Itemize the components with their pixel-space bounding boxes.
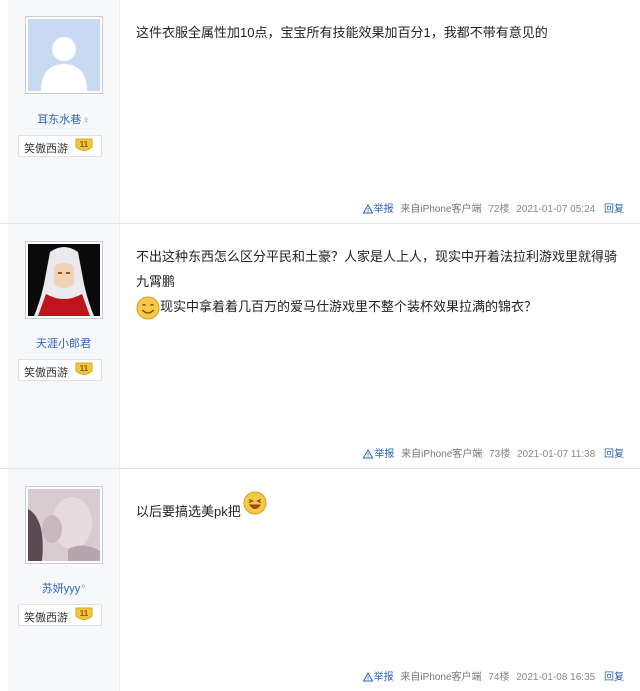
- reply-link[interactable]: 回复: [604, 449, 624, 460]
- warning-icon: [362, 671, 373, 682]
- author-panel: 天涯小郎君 笑傲西游 11: [8, 224, 120, 468]
- avatar[interactable]: [25, 241, 103, 319]
- author-panel: 苏妍yyy° 笑傲西游 11: [8, 469, 120, 691]
- report-link[interactable]: 举报: [363, 448, 394, 460]
- post-72: 耳东水巷♀ 笑傲西游 11 这件衣服全属性加10点，宝宝所有技能效果加百分1，我…: [0, 0, 640, 224]
- post-footer: 举报 来自iPhone客户端 73楼 2021-01-07 11:38 回复: [359, 445, 624, 460]
- report-link[interactable]: 举报: [362, 203, 394, 215]
- floor-number: 73楼: [489, 449, 511, 460]
- badge-forum-name: 笑傲西游: [24, 143, 68, 155]
- badge-forum-name: 笑傲西游: [24, 367, 68, 379]
- client-source: 来自iPhone客户端: [401, 449, 483, 460]
- username[interactable]: 天涯小郎君: [8, 335, 119, 351]
- post-content: 不出这种东西怎么区分平民和土豪？人家是人上人，现实中开着法拉利游戏里就得骑九霄鹏…: [136, 244, 628, 320]
- author-panel: 耳东水巷♀ 笑傲西游 11: [8, 0, 120, 223]
- badge-forum-name: 笑傲西游: [24, 612, 68, 624]
- forum-level-badge[interactable]: 笑傲西游 11: [18, 135, 102, 157]
- anime-avatar-icon: [28, 244, 100, 316]
- default-avatar-icon: [28, 19, 100, 91]
- forum-level-badge[interactable]: 笑傲西游 11: [18, 359, 102, 381]
- level-icon: 11: [75, 138, 93, 154]
- avatar[interactable]: [25, 486, 103, 564]
- reply-link[interactable]: 回复: [604, 672, 624, 683]
- post-content: 这件衣服全属性加10点，宝宝所有技能效果加百分1，我都不带有意见的: [136, 25, 548, 40]
- client-source: 来自iPhone客户端: [400, 204, 482, 215]
- post-time: 2021-01-07 05:24: [516, 204, 596, 215]
- photo-avatar-icon: [28, 489, 100, 561]
- female-icon: ♀: [82, 115, 90, 126]
- level-icon: 11: [75, 362, 93, 378]
- post-74: 苏妍yyy° 笑傲西游 11 以后要搞选美pk把 举报 来自iPhone客户端 …: [0, 469, 640, 691]
- laugh-emoji-icon: [243, 491, 267, 515]
- level-icon: 11: [75, 607, 93, 623]
- username[interactable]: 苏妍yyy°: [8, 580, 119, 596]
- avatar[interactable]: [25, 16, 103, 94]
- post-73: 天涯小郎君 笑傲西游 11 不出这种东西怎么区分平民和土豪？人家是人上人，现实中…: [0, 224, 640, 469]
- post-footer: 举报 来自iPhone客户端 74楼 2021-01-08 16:35 回复: [359, 668, 624, 683]
- reply-link[interactable]: 回复: [604, 204, 624, 215]
- smile-emoji-icon: [136, 296, 160, 320]
- warning-icon: [363, 448, 374, 459]
- post-time: 2021-01-07 11:38: [517, 449, 596, 460]
- client-source: 来自iPhone客户端: [400, 672, 482, 683]
- post-time: 2021-01-08 16:35: [516, 672, 596, 683]
- content-line: 不出这种东西怎么区分平民和土豪？人家是人上人，现实中开着法拉利游戏里就得骑九霄鹏: [136, 249, 618, 289]
- floor-number: 72楼: [488, 204, 510, 215]
- report-link[interactable]: 举报: [362, 671, 394, 683]
- username[interactable]: 耳东水巷♀: [8, 111, 119, 127]
- post-content: 以后要搞选美pk把: [136, 491, 628, 524]
- warning-icon: [362, 203, 373, 214]
- floor-number: 74楼: [488, 672, 510, 683]
- content-line: 现实中拿着着几百万的爱马仕游戏里不整个装杯效果拉满的锦衣？: [136, 294, 628, 320]
- post-footer: 举报 来自iPhone客户端 72楼 2021-01-07 05:24 回复: [359, 200, 624, 215]
- forum-level-badge[interactable]: 笑傲西游 11: [18, 604, 102, 626]
